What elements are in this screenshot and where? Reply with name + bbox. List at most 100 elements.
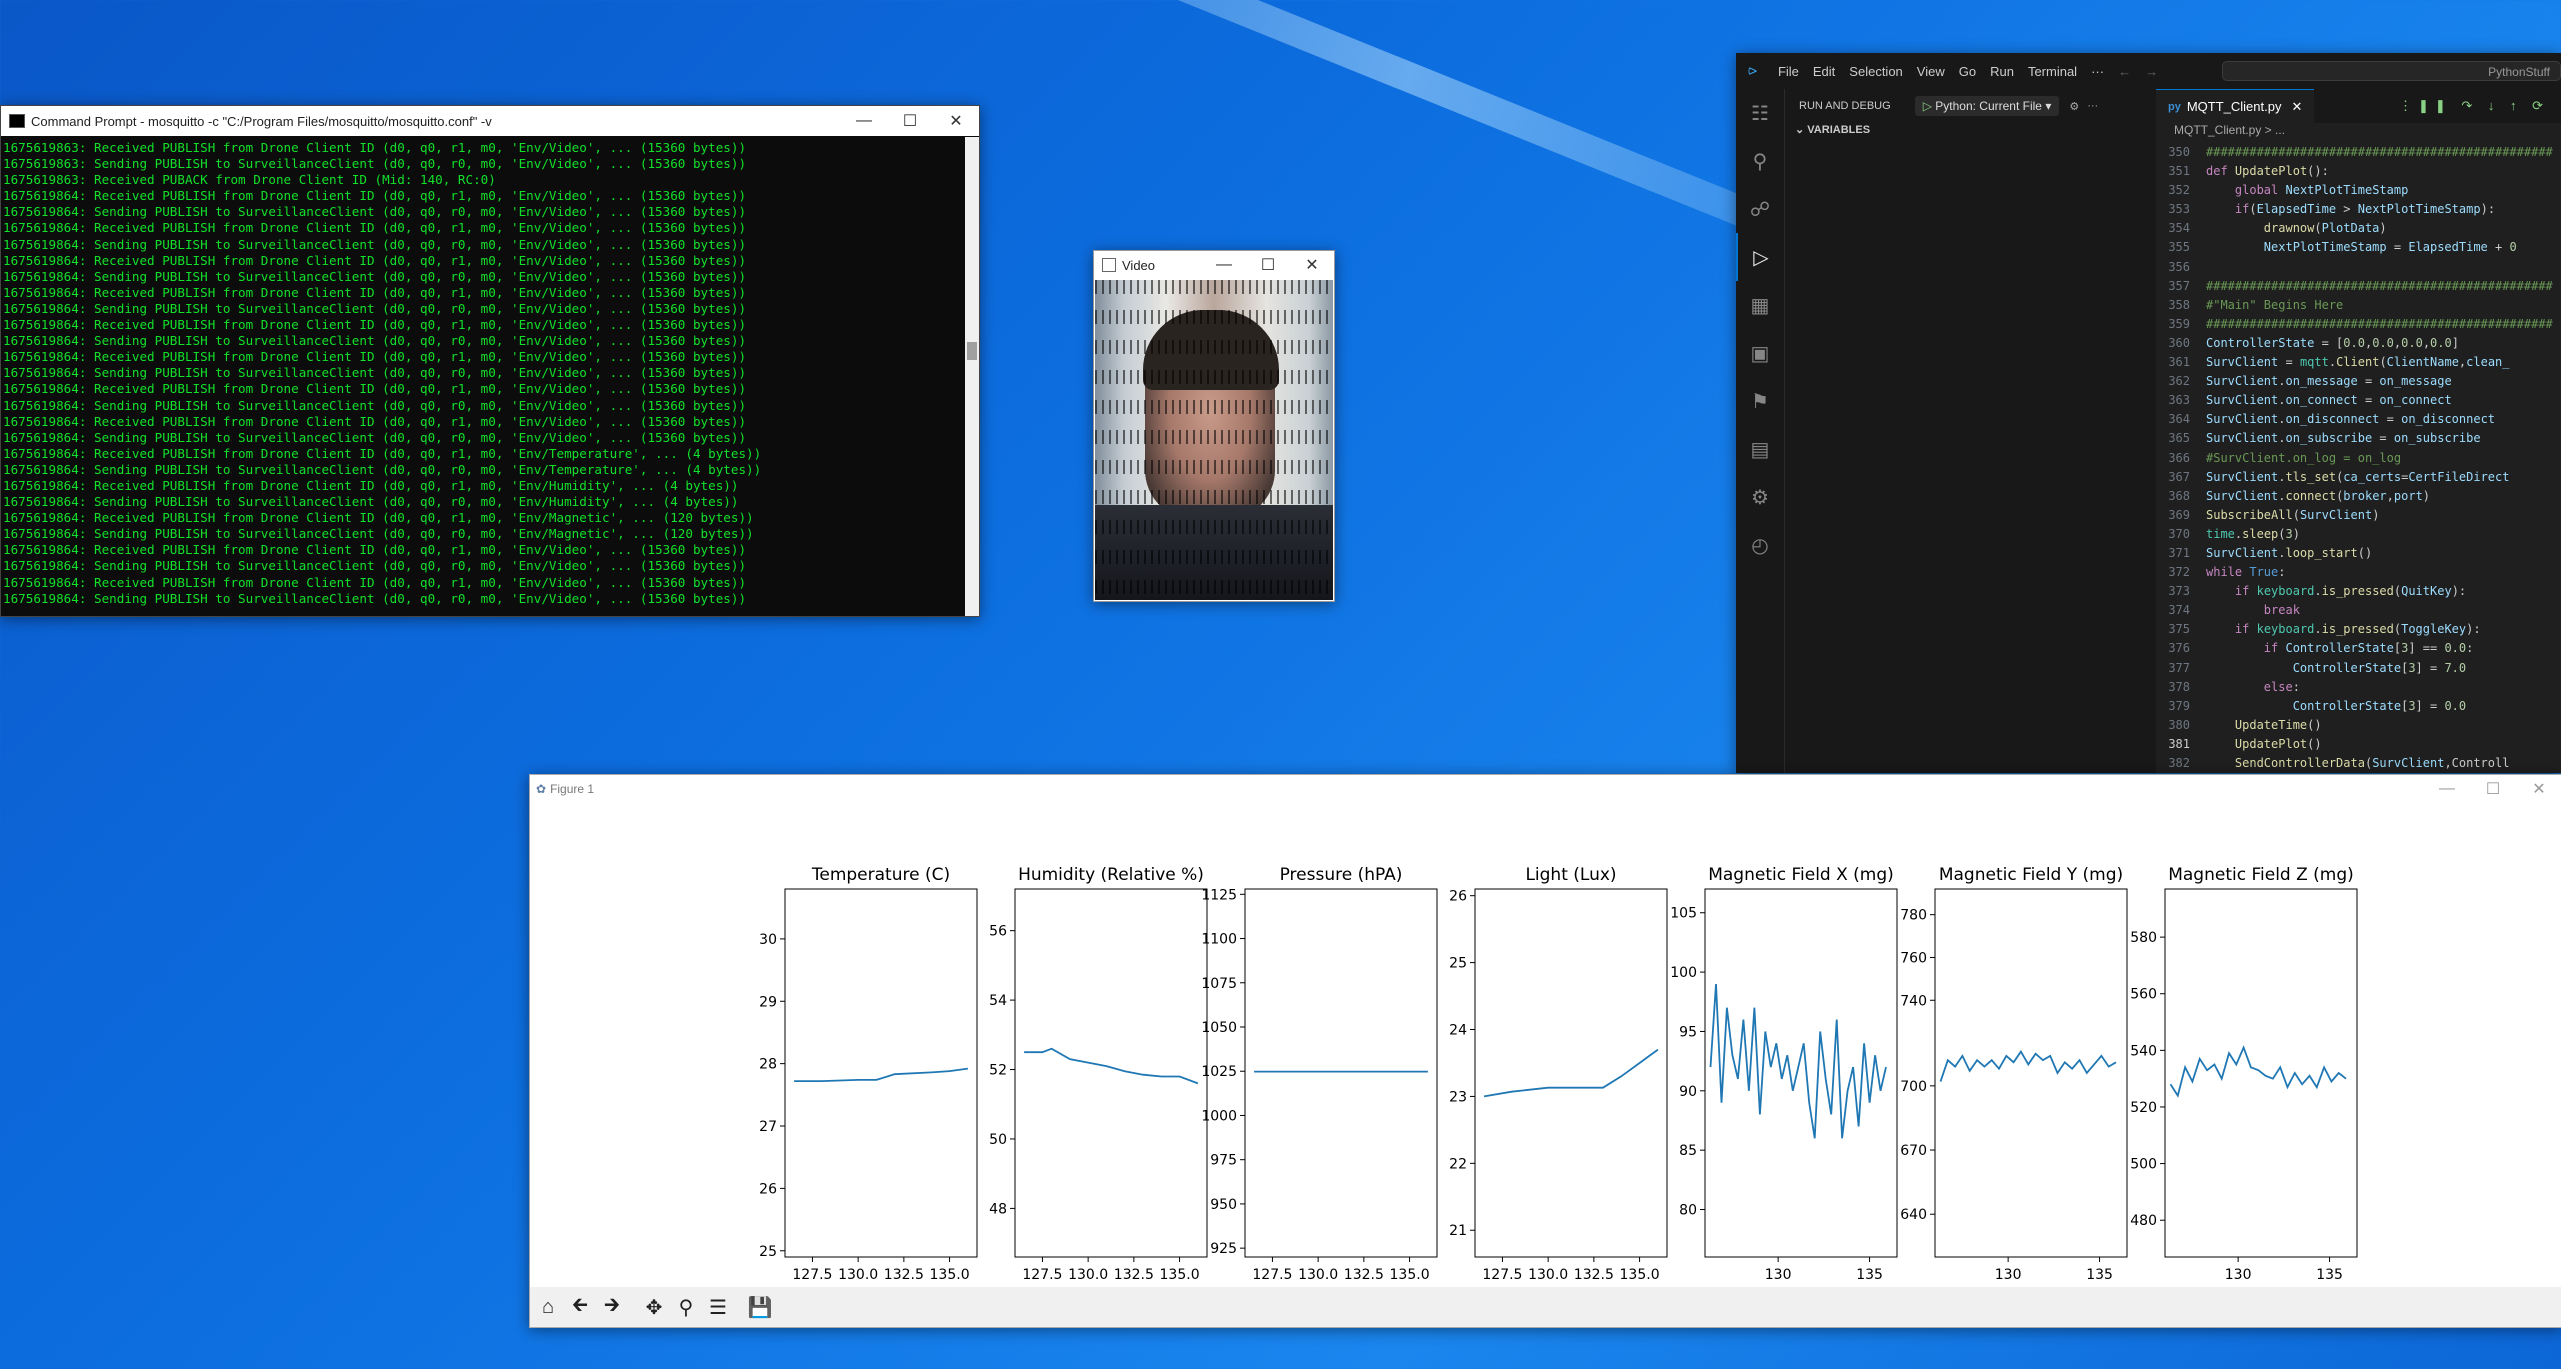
code-line: SubscribeAll(SurvClient): [2206, 507, 2380, 522]
subplot-5: Magnetic Field Y (mg) 130 135 640 670 700 740 7…: [1900, 865, 2128, 1283]
y-tick-label: 85: [1679, 1143, 1697, 1159]
x-tick-label: 130.0: [1528, 1267, 1568, 1283]
menu-terminal[interactable]: Terminal: [2028, 64, 2077, 79]
close-button[interactable]: ✕: [2516, 779, 2561, 799]
figure-titlebar[interactable]: ✿ Figure 1 — ☐ ✕: [530, 775, 2561, 803]
plot-title: Light (Lux): [1525, 865, 1616, 885]
command-prompt-window[interactable]: Command Prompt - mosquitto -c "C:/Progra…: [0, 105, 980, 617]
debug-toolbar[interactable]: ⋮❚❚ ↷ ↓ ↑ ⟳: [2399, 98, 2549, 114]
source-control-icon[interactable]: ☍: [1736, 185, 1784, 233]
line-number: 351: [2168, 164, 2190, 179]
menu-edit[interactable]: Edit: [1813, 64, 1835, 79]
forward-icon[interactable]: 🡲: [598, 1293, 626, 1321]
pan-icon[interactable]: ✥: [640, 1293, 668, 1321]
extensions-icon[interactable]: ▦: [1736, 281, 1784, 329]
cmd-scrollbar[interactable]: [965, 137, 979, 616]
menu-more[interactable]: ···: [2091, 64, 2104, 79]
x-tick-label: 130: [2225, 1267, 2252, 1283]
more-icon[interactable]: ···: [2087, 100, 2098, 112]
run-debug-panel: RUN AND DEBUG ▷ Python: Current File ▾ ⚙…: [1785, 89, 2156, 773]
matplotlib-icon: ✿: [536, 782, 547, 796]
vscode-logo-icon: ⪧: [1748, 62, 1758, 79]
python-file-icon: py: [2168, 100, 2181, 113]
tab-mqtt-client[interactable]: py MQTT_Client.py ✕: [2156, 88, 2315, 124]
play-icon[interactable]: ▷: [1923, 99, 1932, 113]
menu-go[interactable]: Go: [1959, 64, 1976, 79]
home-icon[interactable]: ⌂: [534, 1293, 562, 1321]
line-number: 371: [2168, 545, 2190, 560]
save-icon[interactable]: 💾: [746, 1293, 774, 1321]
back-icon[interactable]: 🡰: [566, 1293, 594, 1321]
breadcrumb[interactable]: MQTT_Client.py > ...: [2156, 123, 2561, 141]
line-number: 382: [2168, 756, 2190, 770]
x-tick-label: 130: [1765, 1267, 1792, 1283]
code-line: NextPlotTimeStamp = ElapsedTime + 0: [2263, 240, 2517, 255]
y-tick-label: 90: [1679, 1084, 1697, 1100]
close-button[interactable]: ✕: [1290, 255, 1334, 275]
zoom-icon[interactable]: ⚲: [672, 1293, 700, 1321]
plot-title: Humidity (Relative %): [1018, 865, 1204, 885]
menu-view[interactable]: View: [1917, 64, 1945, 79]
minimize-button[interactable]: —: [841, 112, 887, 130]
variables-section[interactable]: ⌄ VARIABLES: [1785, 123, 2156, 136]
line-number: 366: [2168, 450, 2190, 465]
minimize-button[interactable]: —: [2424, 780, 2470, 798]
cmd-line: 1675619864: Sending PUBLISH to Surveilla…: [3, 236, 747, 252]
testing-icon[interactable]: ⚑: [1736, 377, 1784, 425]
y-tick-label: 740: [1900, 993, 1927, 1009]
nav-back-icon[interactable]: ←: [2118, 64, 2131, 79]
cmd-titlebar[interactable]: Command Prompt - mosquitto -c "C:/Progra…: [1, 106, 979, 136]
x-tick-label: 130.0: [1068, 1267, 1108, 1283]
configure-icon[interactable]: ☰: [704, 1293, 732, 1321]
gear-icon[interactable]: ⚙: [2069, 100, 2079, 113]
menu-selection[interactable]: Selection: [1849, 64, 1902, 79]
figure-canvas[interactable]: Temperature (C) 127.5 130.0 132.5 135.0 25 26 2…: [530, 803, 2561, 1287]
figure-window[interactable]: ✿ Figure 1 — ☐ ✕ Temperature (C) 127.5 130…: [529, 774, 2561, 1328]
run-debug-header: RUN AND DEBUG ▷ Python: Current File ▾ ⚙…: [1785, 89, 2156, 123]
plot-frame: [1704, 888, 1898, 1258]
x-tick-label: 135.0: [1160, 1267, 1200, 1283]
y-tick-label: 1050: [1201, 1020, 1237, 1036]
y-tick-label: 1100: [1201, 932, 1237, 948]
x-tick-label: 135: [2086, 1267, 2113, 1283]
y-tick-label: 520: [2130, 1100, 2157, 1116]
minimize-button[interactable]: —: [1202, 256, 1246, 274]
run-config-select[interactable]: ▷ Python: Current File ▾: [1914, 96, 2060, 116]
close-button[interactable]: ✕: [933, 111, 979, 131]
command-center-search[interactable]: PythonStuff: [2222, 61, 2561, 81]
line-number: 373: [2168, 584, 2190, 599]
x-tick-label: 130.0: [838, 1267, 878, 1283]
code-line: UpdatePlot(): [2234, 736, 2322, 751]
line-number: 363: [2168, 393, 2190, 408]
cmd-line: 1675619864: Received PUBLISH from Drone …: [3, 542, 747, 558]
editor-area[interactable]: py MQTT_Client.py ✕ ⋮❚❚ ↷ ↓ ↑ ⟳ MQTT_Clien…: [2156, 88, 2561, 773]
menu-file[interactable]: File: [1778, 64, 1799, 79]
code-line: ​: [2206, 258, 2553, 277]
search-icon[interactable]: ⚲: [1736, 137, 1784, 185]
notebook-icon[interactable]: ▤: [1736, 425, 1784, 473]
video-window[interactable]: Video — ☐ ✕: [1093, 250, 1335, 602]
code-text[interactable]: ########################################…: [2206, 143, 2553, 773]
cmd-scroll-thumb[interactable]: [967, 342, 977, 360]
nav-forward-icon[interactable]: →: [2145, 64, 2158, 79]
vscode-window[interactable]: ⪧ File Edit Selection View Go Run Termin…: [1736, 53, 2561, 773]
timeline-icon[interactable]: ◴: [1736, 521, 1784, 569]
maximize-button[interactable]: ☐: [887, 111, 933, 131]
maximize-button[interactable]: ☐: [1246, 255, 1290, 275]
cmd-line: 1675619864: Sending PUBLISH to Surveilla…: [3, 204, 747, 220]
maximize-button[interactable]: ☐: [2470, 779, 2516, 799]
run-debug-icon[interactable]: ▷: [1736, 233, 1784, 281]
extension-bug-icon[interactable]: ⚙: [1736, 473, 1784, 521]
y-tick-label: 1000: [1201, 1108, 1237, 1124]
code-line: drawnow(PlotData): [2263, 221, 2387, 236]
explorer-icon[interactable]: ☷: [1736, 89, 1784, 137]
video-titlebar[interactable]: Video — ☐ ✕: [1094, 251, 1334, 279]
menu-run[interactable]: Run: [1990, 64, 2014, 79]
line-number: 362: [2168, 374, 2190, 389]
subplot-6: Magnetic Field Z (mg) 130 135 480 500 520 540 5…: [2130, 865, 2358, 1283]
line-number: 350: [2168, 145, 2190, 159]
remote-explorer-icon[interactable]: ▣: [1736, 329, 1784, 377]
line-number: 381: [2168, 736, 2190, 751]
cmd-line: 1675619864: Sending PUBLISH to Surveilla…: [3, 268, 747, 284]
close-tab-icon[interactable]: ✕: [2291, 99, 2302, 115]
